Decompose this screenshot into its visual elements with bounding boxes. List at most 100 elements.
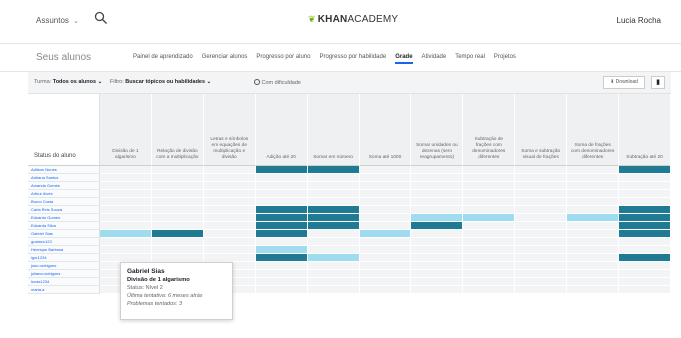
- grid-cell[interactable]: [203, 214, 256, 222]
- grid-cell[interactable]: [619, 198, 671, 206]
- grid-cell[interactable]: [255, 286, 308, 294]
- user-menu[interactable]: Lucia Rocha: [617, 16, 661, 25]
- subjects-menu[interactable]: Assuntos ⌄: [36, 16, 79, 25]
- grid-cell[interactable]: [411, 174, 464, 182]
- grid-cell[interactable]: [619, 230, 671, 238]
- grid-cell[interactable]: [359, 238, 412, 246]
- grid-cell[interactable]: [515, 270, 568, 278]
- grid-cell[interactable]: [515, 174, 568, 182]
- download-button[interactable]: ⬇ Download: [603, 76, 645, 89]
- grid-cell[interactable]: [515, 230, 568, 238]
- grid-cell[interactable]: [515, 286, 568, 294]
- grid-cell[interactable]: [619, 166, 671, 174]
- grid-cell[interactable]: [567, 270, 620, 278]
- grid-cell[interactable]: [619, 182, 671, 190]
- student-name-link[interactable]: lucas1234: [28, 278, 100, 286]
- grid-cell[interactable]: [411, 270, 464, 278]
- column-header[interactable]: Soma de frações com denominadores difere…: [567, 94, 620, 166]
- grid-cell[interactable]: [100, 166, 152, 174]
- grid-cell[interactable]: [463, 270, 516, 278]
- grid-cell[interactable]: [619, 238, 671, 246]
- grid-cell[interactable]: [515, 182, 568, 190]
- grid-cell[interactable]: [567, 238, 620, 246]
- student-name-link[interactable]: gustavo123: [28, 238, 100, 246]
- grid-cell[interactable]: [463, 222, 516, 230]
- student-name-link[interactable]: maria.a: [28, 286, 100, 294]
- grid-cell[interactable]: [619, 246, 671, 254]
- grid-cell[interactable]: [307, 206, 360, 214]
- grid-cell[interactable]: [463, 286, 516, 294]
- grid-cell[interactable]: [411, 190, 464, 198]
- grid-cell[interactable]: [619, 190, 671, 198]
- student-name-link[interactable]: Eduarda Silva: [28, 222, 100, 230]
- grid-cell[interactable]: [359, 166, 412, 174]
- grid-cell[interactable]: [307, 230, 360, 238]
- grid-cell[interactable]: [411, 166, 464, 174]
- grid-cell[interactable]: [100, 230, 152, 238]
- grid-cell[interactable]: [203, 230, 256, 238]
- grid-cell[interactable]: [151, 254, 204, 262]
- grid-cell[interactable]: [619, 214, 671, 222]
- grid-cell[interactable]: [151, 206, 204, 214]
- grid-cell[interactable]: [203, 238, 256, 246]
- column-header[interactable]: Soma até 1000: [359, 94, 412, 166]
- grid-cell[interactable]: [411, 246, 464, 254]
- column-header[interactable]: Soma e subtração visual de frações: [515, 94, 568, 166]
- tab-6[interactable]: Tempo real: [455, 54, 485, 60]
- grid-cell[interactable]: [463, 174, 516, 182]
- grid-cell[interactable]: [100, 206, 152, 214]
- grid-cell[interactable]: [463, 214, 516, 222]
- grid-cell[interactable]: [619, 222, 671, 230]
- column-header[interactable]: Divisão de 1 algarismo: [100, 94, 152, 166]
- grid-cell[interactable]: [307, 278, 360, 286]
- grid-cell[interactable]: [255, 254, 308, 262]
- grid-cell[interactable]: [567, 230, 620, 238]
- grid-cell[interactable]: [359, 182, 412, 190]
- grid-cell[interactable]: [359, 190, 412, 198]
- grid-cell[interactable]: [567, 206, 620, 214]
- grid-cell[interactable]: [411, 206, 464, 214]
- grid-cell[interactable]: [255, 166, 308, 174]
- grid-cell[interactable]: [359, 198, 412, 206]
- grid-cell[interactable]: [307, 238, 360, 246]
- skill-filter[interactable]: Filtro: Buscar tópicos ou habilidades ⌄: [110, 79, 211, 85]
- grid-cell[interactable]: [151, 222, 204, 230]
- grid-cell[interactable]: [463, 262, 516, 270]
- grid-cell[interactable]: [567, 278, 620, 286]
- grid-cell[interactable]: [151, 230, 204, 238]
- grid-cell[interactable]: [151, 174, 204, 182]
- grid-cell[interactable]: [151, 214, 204, 222]
- grid-cell[interactable]: [255, 214, 308, 222]
- tab-1[interactable]: Gerenciar alunos: [202, 54, 248, 60]
- column-header[interactable]: Subtração de frações com denominadores d…: [463, 94, 516, 166]
- grid-cell[interactable]: [255, 238, 308, 246]
- grid-cell[interactable]: [463, 182, 516, 190]
- grid-cell[interactable]: [100, 222, 152, 230]
- student-name-link[interactable]: juliana.rodrigues: [28, 270, 100, 278]
- grid-cell[interactable]: [515, 278, 568, 286]
- tab-0[interactable]: Painel de aprendizado: [133, 54, 193, 60]
- student-name-link[interactable]: Gabriel Sias: [28, 230, 100, 238]
- grid-cell[interactable]: [463, 254, 516, 262]
- grid-cell[interactable]: [567, 246, 620, 254]
- grid-cell[interactable]: [151, 246, 204, 254]
- student-name-link[interactable]: Adriana Santos: [28, 174, 100, 182]
- grid-cell[interactable]: [359, 286, 412, 294]
- grid-cell[interactable]: [411, 222, 464, 230]
- column-header[interactable]: Somar unidades ou dezenas (sem reagrupam…: [411, 94, 464, 166]
- grid-cell[interactable]: [255, 246, 308, 254]
- grid-cell[interactable]: [515, 166, 568, 174]
- grid-cell[interactable]: [255, 230, 308, 238]
- grid-cell[interactable]: [515, 222, 568, 230]
- grid-cell[interactable]: [515, 254, 568, 262]
- grid-cell[interactable]: [203, 198, 256, 206]
- grid-cell[interactable]: [100, 190, 152, 198]
- grid-cell[interactable]: [255, 182, 308, 190]
- grid-cell[interactable]: [307, 198, 360, 206]
- grid-cell[interactable]: [463, 246, 516, 254]
- grid-cell[interactable]: [515, 214, 568, 222]
- grid-cell[interactable]: [307, 270, 360, 278]
- grid-cell[interactable]: [567, 222, 620, 230]
- grid-cell[interactable]: [203, 190, 256, 198]
- grid-cell[interactable]: [203, 174, 256, 182]
